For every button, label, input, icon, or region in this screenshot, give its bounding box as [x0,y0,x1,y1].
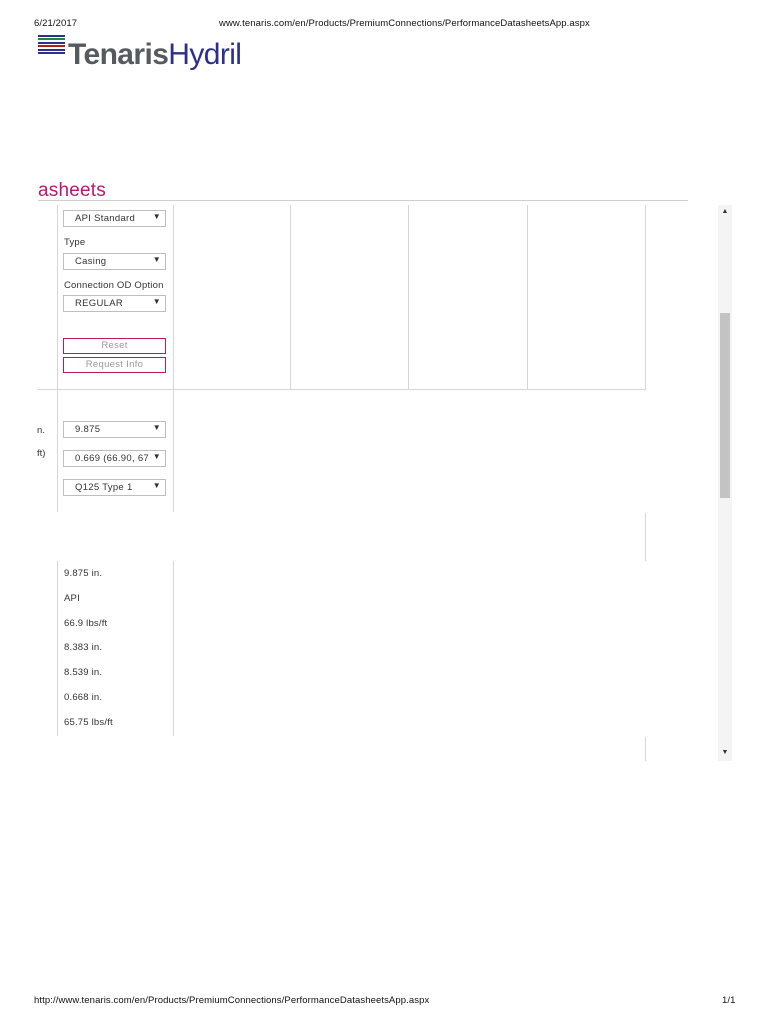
wall-weight-select[interactable]: 0.669 (66.90, 67 ▼ [63,450,166,467]
type-select[interactable]: Casing ▼ [63,253,166,270]
print-url: www.tenaris.com/en/Products/PremiumConne… [219,18,590,29]
chevron-down-icon: ▼ [152,452,161,461]
grid-line [173,561,174,736]
grade-select[interactable]: Q125 Type 1 ▼ [63,479,166,496]
od-label-fragment: n. [37,425,45,436]
chevron-down-icon: ▼ [152,297,161,306]
grid-line [57,561,58,736]
value-od: 9.875 in. [64,568,103,579]
logo-text-hydril: Hydril [168,38,242,71]
connection-od-option-label: Connection OD Option [64,280,164,291]
reset-button[interactable]: Reset [63,338,166,354]
wall-label-fragment: ft) [37,448,46,459]
grid-line [290,205,291,389]
value-plain-end-weight: 65.75 lbs/ft [64,717,113,728]
request-info-button[interactable]: Request Info [63,357,166,373]
grid-line [173,205,174,389]
chevron-down-icon: ▼ [152,212,161,221]
print-date: 6/21/2017 [34,18,78,29]
od-select[interactable]: 9.875 ▼ [63,421,166,438]
grade-select-value: Q125 Type 1 [75,482,133,493]
value-id: 8.539 in. [64,667,103,678]
value-wall: 0.668 in. [64,692,103,703]
grid-line [645,205,646,389]
chevron-down-icon: ▼ [152,423,161,432]
chevron-down-icon: ▼ [152,255,161,264]
page-title: asheets [38,180,106,201]
value-weight: 66.9 lbs/ft [64,618,108,629]
value-standard: API [64,593,80,604]
tenaris-hydril-logo: TenarisHydril [68,38,242,72]
chevron-down-icon: ▼ [152,481,161,490]
type-select-value: Casing [75,256,107,267]
grid-line [527,205,528,389]
wall-weight-select-value: 0.669 (66.90, 67 [75,453,149,464]
grid-line [38,389,646,390]
value-drift: 8.383 in. [64,642,103,653]
grid-line [408,205,409,389]
footer-page-number: 1/1 [722,995,736,1006]
grid-line [173,390,174,512]
od-select-value: 9.875 [75,424,101,435]
grid-line [57,205,58,389]
title-divider [38,200,688,201]
scroll-up-icon[interactable]: ▲ [720,208,730,215]
grid-line [645,737,646,761]
connection-od-option-value: REGULAR [75,298,124,309]
grid-line [645,513,646,561]
scrollbar-thumb[interactable] [720,313,730,498]
logo-text-tenaris: Tenaris [68,38,169,71]
tenaris-logo-mark [38,35,65,59]
scroll-down-icon[interactable]: ▼ [720,749,730,756]
standard-select[interactable]: API Standard ▼ [63,210,166,227]
standard-select-value: API Standard [75,213,136,224]
grid-line [57,390,58,512]
type-label: Type [64,237,86,248]
footer-url: http://www.tenaris.com/en/Products/Premi… [34,995,430,1006]
connection-od-option-select[interactable]: REGULAR ▼ [63,295,166,312]
